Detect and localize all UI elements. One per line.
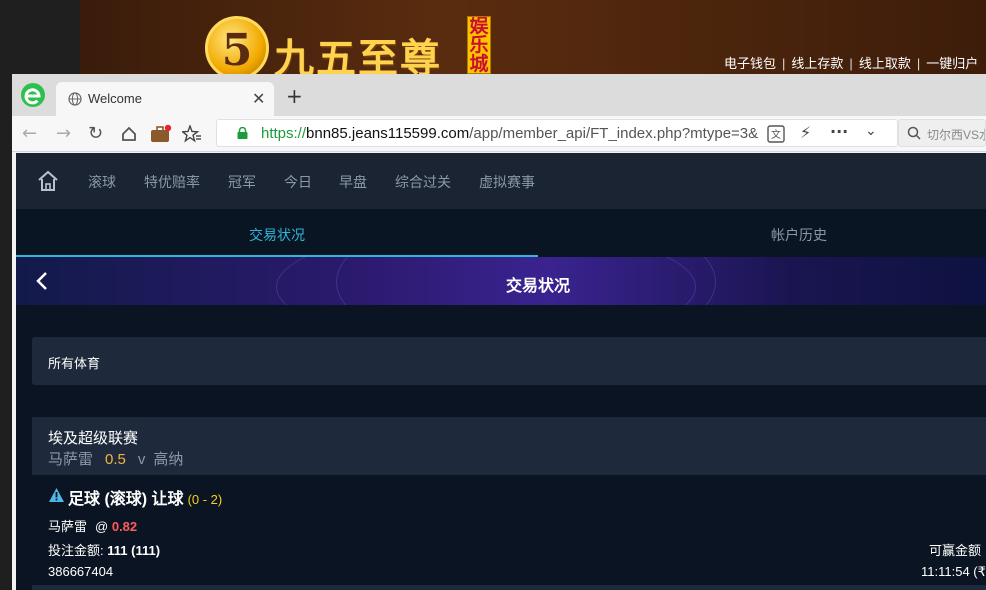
- stake-value: 111 (111): [107, 543, 161, 558]
- tab-title: Welcome: [88, 91, 142, 106]
- vs-label: v: [137, 451, 146, 468]
- forward-arrow-icon[interactable]: →: [56, 123, 71, 144]
- chevron-down-icon[interactable]: ⌄: [865, 123, 877, 139]
- ticket-id: 386667404: [48, 564, 114, 579]
- bet-card-body: 足球 (滚球) 让球 (0 - 2) 马萨雷 @ 0.82 投注金额: 111 (1…: [32, 475, 986, 590]
- stake-line: 投注金额: 111 (111): [48, 543, 161, 558]
- favorites-star-icon[interactable]: [182, 125, 202, 143]
- lock-icon: [237, 127, 248, 139]
- league-name: 埃及超级联赛: [48, 430, 139, 447]
- bet-card-header: 埃及超级联赛 马萨雷 0.5 v 高纳: [32, 417, 986, 475]
- reload-icon[interactable]: ↻: [88, 123, 103, 144]
- search-icon: [907, 126, 921, 140]
- back-arrow-icon[interactable]: ←: [22, 123, 37, 144]
- lightning-icon[interactable]: ⚡: [800, 123, 811, 142]
- search-box[interactable]: 切尔西VS水: [898, 119, 986, 147]
- link-one-click-transfer[interactable]: 一键归户: [926, 56, 978, 71]
- site-logo-icon: 5: [205, 16, 269, 80]
- potential-win-label: 可赢金额: [929, 543, 982, 558]
- home-icon[interactable]: [120, 125, 138, 143]
- match-score: (0 - 2): [187, 492, 223, 507]
- translate-icon[interactable]: 文: [767, 125, 785, 143]
- browser-tab[interactable]: Welcome ✕: [56, 82, 274, 116]
- nav-item-today[interactable]: 今日: [284, 172, 312, 192]
- briefcase-icon[interactable]: [150, 124, 172, 144]
- link-e-wallet[interactable]: 电子钱包: [724, 56, 776, 71]
- site-logo-badge: 娱乐城: [467, 16, 491, 74]
- match-line: 马萨雷 0.5 v 高纳: [48, 448, 183, 469]
- home-icon[interactable]: [36, 169, 60, 193]
- nav-item-special-odds[interactable]: 特优赔率: [144, 172, 200, 192]
- nav-item-virtual[interactable]: 虚拟赛事: [479, 172, 535, 192]
- page-tabs: 交易状况 帐户历史: [16, 209, 986, 257]
- bet-odds: 0.82: [111, 519, 138, 534]
- url-text: https://bnn85.jeans115599.com/app/member…: [261, 125, 759, 142]
- tab-transactions[interactable]: 交易状况: [16, 209, 538, 257]
- bet-time: 11:11:54 (₹: [921, 564, 986, 579]
- home-team: 马萨雷: [48, 451, 94, 468]
- bet-selection: 马萨雷 @ 0.82: [48, 519, 138, 534]
- browser-tab-strip: Welcome ✕ +: [12, 74, 986, 116]
- browser-logo-icon[interactable]: [20, 82, 46, 108]
- warning-icon: [49, 488, 64, 502]
- nav-item-parlay[interactable]: 综合过关: [395, 172, 451, 192]
- globe-icon: [68, 92, 82, 106]
- nav-item-outright[interactable]: 冠军: [228, 172, 256, 192]
- close-tab-icon[interactable]: ✕: [252, 89, 265, 108]
- browser-window: Welcome ✕ + ← → ↻ https://bnn85.jeans115…: [12, 74, 986, 590]
- link-deposit[interactable]: 线上存款: [791, 56, 843, 71]
- new-tab-icon[interactable]: +: [286, 84, 303, 108]
- more-options-icon[interactable]: ···: [830, 122, 848, 141]
- address-bar[interactable]: https://bnn85.jeans115599.com/app/member…: [216, 119, 898, 147]
- nav-item-in-play[interactable]: 滚球: [88, 172, 116, 192]
- sport-filter[interactable]: 所有体育: [32, 337, 986, 385]
- link-withdraw[interactable]: 线上取款: [859, 56, 911, 71]
- nav-item-early[interactable]: 早盘: [339, 172, 367, 192]
- page-title: 交易状况: [505, 278, 570, 295]
- bet-type-title: 足球 (滚球) 让球 (0 - 2): [68, 491, 223, 508]
- away-team: 高纳: [153, 451, 184, 468]
- next-card-edge: [32, 585, 986, 590]
- page-header: 交易状况: [16, 257, 986, 305]
- sport-filter-label: 所有体育: [48, 356, 101, 371]
- web-page: 滚球 特优赔率 冠军 今日 早盘 综合过关 虚拟赛事 交易状况 帐户历史 交易状…: [16, 153, 986, 590]
- handicap-value: 0.5: [105, 451, 126, 468]
- site-header-links: 电子钱包 | 线上存款 | 线上取款 | 一键归户: [724, 56, 979, 71]
- svg-text:文: 文: [771, 128, 781, 141]
- search-placeholder: 切尔西VS水: [927, 128, 986, 142]
- address-toolbar: ← → ↻ https://bnn85.jeans115599.com/app/…: [12, 116, 986, 152]
- sports-nav-bar: 滚球 特优赔率 冠军 今日 早盘 综合过关 虚拟赛事: [16, 153, 986, 209]
